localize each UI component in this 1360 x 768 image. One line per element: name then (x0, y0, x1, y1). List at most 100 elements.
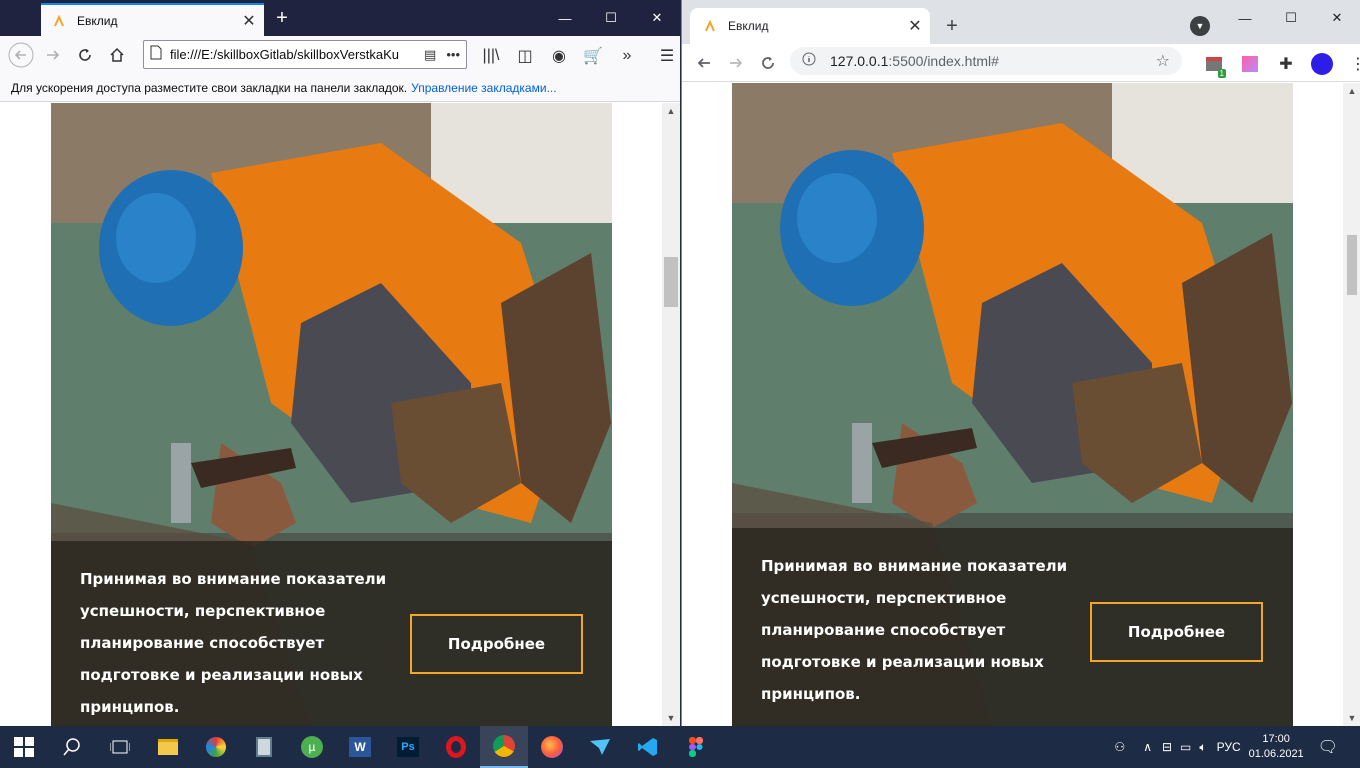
firefox-toolbar-right: |||\ ◫ ◉ 🛒 » ☰ (475, 40, 683, 72)
close-tab-icon[interactable]: ✕ (904, 15, 926, 37)
chrome-window: Евклид ✕ + ▼ — ☐ ✕ 127.0.0.1:5500/index.… (681, 0, 1360, 726)
utorrent-icon[interactable]: µ (288, 726, 336, 768)
hero-card: Принимая во внимание показатели успешнос… (51, 103, 612, 726)
hamburger-menu-icon[interactable]: ☰ (651, 40, 683, 72)
overflow-chevron-icon[interactable]: » (611, 40, 643, 72)
chrome-menu-icon[interactable]: ⋮ (1342, 48, 1360, 80)
clock[interactable]: 17:00 01.06.2021 (1249, 732, 1304, 762)
search-icon[interactable] (48, 726, 96, 768)
chrome-titlebar: Евклид ✕ + ▼ — ☐ ✕ (682, 0, 1360, 44)
volume-icon[interactable]: 🔈︎ (1199, 740, 1206, 755)
system-tray: ⚇ ∧ ⊟ ▭ 🔈︎ РУС 17:00 01.06.2021 🗨︎ (1114, 726, 1360, 768)
scroll-up-icon[interactable]: ▲ (662, 103, 680, 119)
page-actions-icon[interactable]: ••• (446, 47, 460, 63)
scroll-down-icon[interactable]: ▼ (662, 710, 680, 726)
home-icon[interactable] (101, 39, 133, 71)
bookmarks-hint: Для ускорения доступа разместите свои за… (11, 80, 408, 95)
firefox-taskbar-icon[interactable] (528, 726, 576, 768)
word-icon[interactable]: W (336, 726, 384, 768)
figma-icon[interactable] (672, 726, 720, 768)
firefox-window: Евклид ✕ + — ☐ ✕ file:///E:/skillboxGitl… (0, 0, 680, 726)
extension-calendar-icon[interactable]: 1 (1198, 48, 1230, 80)
firefox-window-controls: — ☐ ✕ (542, 0, 680, 36)
close-tab-icon[interactable]: ✕ (238, 10, 260, 32)
manage-bookmarks-link[interactable]: Управление закладками... (411, 81, 556, 95)
close-window-icon[interactable]: ✕ (1314, 0, 1360, 36)
more-details-button[interactable]: Подробнее (410, 614, 583, 674)
cart-extension-icon[interactable]: 🛒 (577, 40, 609, 72)
reload-icon[interactable] (69, 39, 101, 71)
extension-badge: 1 (1217, 69, 1226, 78)
scroll-up-icon[interactable]: ▲ (1343, 83, 1360, 99)
account-icon[interactable]: ◉ (543, 40, 575, 72)
tray-chevron-icon[interactable]: ∧ (1143, 740, 1152, 754)
back-icon[interactable] (688, 47, 720, 79)
scroll-thumb[interactable] (664, 257, 678, 307)
chrome-scrollbar[interactable]: ▲ ▼ (1343, 83, 1360, 726)
scroll-down-icon[interactable]: ▼ (1343, 710, 1360, 726)
page-icon (150, 45, 162, 65)
card-description: Принимая во внимание показатели успешнос… (761, 557, 1068, 703)
close-window-icon[interactable]: ✕ (634, 0, 680, 36)
firefox-page-content: Принимая во внимание показатели успешнос… (0, 103, 662, 726)
file-explorer-icon[interactable] (144, 726, 192, 768)
forward-icon[interactable] (37, 39, 69, 71)
opera-icon[interactable] (432, 726, 480, 768)
reader-view-icon[interactable]: ▤ (424, 47, 436, 63)
chrome-extensions: 1 ✚ ⋮ (1198, 48, 1360, 80)
windows-taskbar: µ W Ps ⚇ ∧ ⊟ ▭ 🔈︎ РУС 17:00 01.06.2021 🗨… (0, 726, 1360, 768)
firefox-titlebar: Евклид ✕ + — ☐ ✕ (0, 0, 680, 36)
profile-avatar[interactable] (1306, 48, 1338, 80)
chrome-tab-title: Евклид (728, 19, 769, 33)
scroll-thumb[interactable] (1347, 235, 1357, 295)
new-tab-button[interactable]: + (270, 6, 294, 30)
sidebar-icon[interactable]: ◫ (509, 40, 541, 72)
language-indicator[interactable]: РУС (1217, 740, 1241, 754)
task-view-icon[interactable] (96, 726, 144, 768)
card-description: Принимая во внимание показатели успешнос… (80, 570, 387, 716)
maximize-icon[interactable]: ☐ (1268, 0, 1314, 36)
forward-icon[interactable] (720, 47, 752, 79)
calculator-icon[interactable] (240, 726, 288, 768)
windows-start-icon[interactable] (0, 726, 48, 768)
minimize-icon[interactable]: — (1222, 0, 1268, 36)
maximize-icon[interactable]: ☐ (588, 0, 634, 36)
extensions-puzzle-icon[interactable]: ✚ (1270, 48, 1302, 80)
chrome-tab[interactable]: Евклид ✕ (690, 8, 930, 44)
extension-gradient-icon[interactable] (1234, 48, 1266, 80)
vscode-icon[interactable] (624, 726, 672, 768)
reload-icon[interactable] (752, 47, 784, 79)
new-tab-button[interactable]: + (940, 14, 964, 38)
euclid-favicon-icon (51, 13, 67, 29)
chrome-url-text[interactable]: 127.0.0.1:5500/index.html# (830, 53, 999, 69)
bookmark-star-icon[interactable]: ☆ (1156, 51, 1170, 71)
chrome-omnibox[interactable]: 127.0.0.1:5500/index.html# ☆ (790, 47, 1182, 75)
bookmarks-toolbar: Для ускорения доступа разместите свои за… (0, 74, 680, 102)
tab-search-icon[interactable]: ▼ (1190, 16, 1210, 36)
clock-date: 01.06.2021 (1248, 748, 1304, 760)
bird-app-icon[interactable] (576, 726, 624, 768)
notifications-icon[interactable]: 🗨︎ (1318, 737, 1338, 757)
network-icon[interactable]: ⊟ (1162, 740, 1172, 754)
paint-icon[interactable] (192, 726, 240, 768)
url-path: :5500/index.html# (888, 53, 999, 69)
chrome-taskbar-icon[interactable] (480, 726, 528, 768)
photoshop-icon[interactable]: Ps (384, 726, 432, 768)
minimize-icon[interactable]: — (542, 0, 588, 36)
chrome-page-content: Принимая во внимание показатели успешнос… (682, 83, 1343, 726)
clock-time: 17:00 (1262, 733, 1290, 745)
firefox-scrollbar[interactable]: ▲ ▼ (662, 103, 680, 726)
firefox-url-text[interactable]: file:///E:/skillboxGitlab/skillboxVerstk… (170, 47, 420, 62)
firefox-url-bar[interactable]: file:///E:/skillboxGitlab/skillboxVerstk… (143, 40, 467, 69)
url-host: 127.0.0.1 (830, 53, 889, 69)
firefox-tab[interactable]: Евклид ✕ (41, 3, 264, 36)
back-icon[interactable] (5, 39, 37, 71)
hero-card: Принимая во внимание показатели успешнос… (732, 83, 1293, 726)
firefox-tab-title: Евклид (77, 13, 118, 28)
people-icon[interactable]: ⚇ (1114, 740, 1125, 754)
power-icon[interactable]: ▭ (1180, 740, 1191, 754)
chrome-window-controls: — ☐ ✕ (1222, 0, 1360, 36)
site-info-icon[interactable] (802, 52, 816, 71)
library-icon[interactable]: |||\ (475, 40, 507, 72)
more-details-button[interactable]: Подробнее (1090, 602, 1263, 662)
